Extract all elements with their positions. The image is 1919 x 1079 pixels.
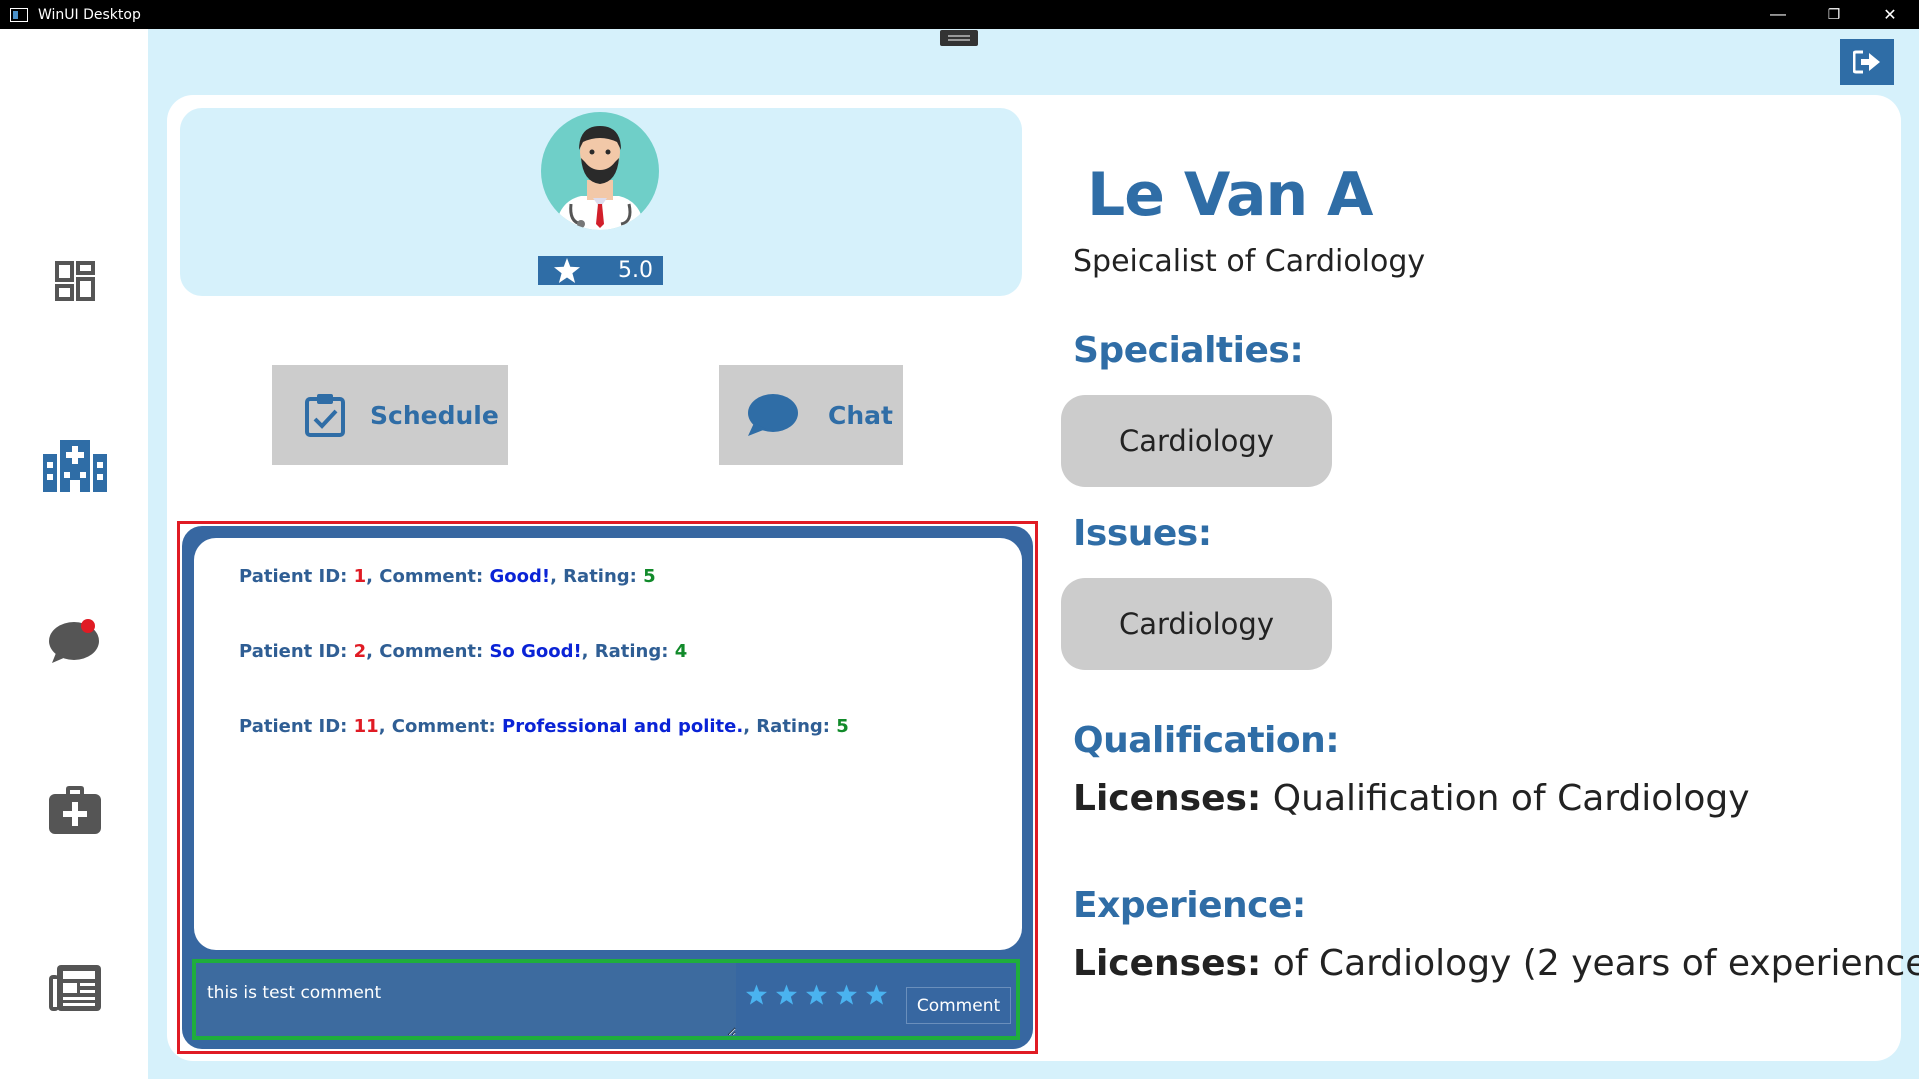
maximize-button[interactable]: ❐ xyxy=(1806,0,1862,29)
qualification-label: Licenses: xyxy=(1073,778,1262,819)
chat-notification-icon xyxy=(49,619,99,663)
review-rating-label: , Rating: xyxy=(581,641,675,662)
reviews-list[interactable]: Patient ID: 1, Comment: Good!, Rating: 5… xyxy=(194,538,1022,950)
review-rating-label: , Rating: xyxy=(743,716,837,737)
logout-button[interactable] xyxy=(1840,39,1894,85)
minimize-button[interactable]: — xyxy=(1750,0,1806,29)
rating-value: 5.0 xyxy=(618,258,653,283)
chat-label: Chat xyxy=(828,400,893,430)
review-rating: 5 xyxy=(836,716,849,737)
review-comment: So Good! xyxy=(489,641,582,662)
schedule-button[interactable]: Schedule xyxy=(272,365,508,465)
logout-icon xyxy=(1853,50,1880,74)
star-icon xyxy=(554,257,584,285)
app-icon xyxy=(10,7,28,22)
schedule-label: Schedule xyxy=(370,400,499,430)
review-patient-id: 11 xyxy=(353,716,379,737)
review-item: Patient ID: 2, Comment: So Good!, Rating… xyxy=(239,641,687,662)
star-1-icon[interactable] xyxy=(746,984,767,1005)
experience-line: Licenses: of Cardiology (2 years of expe… xyxy=(1073,943,1919,984)
star-3-icon[interactable] xyxy=(806,984,827,1005)
comment-submit-button[interactable]: Comment xyxy=(906,987,1011,1024)
experience-label: Licenses: xyxy=(1073,943,1262,984)
review-item: Patient ID: 11, Comment: Professional an… xyxy=(239,716,849,737)
drag-handle[interactable] xyxy=(940,30,978,46)
review-rating: 5 xyxy=(643,566,656,587)
qualification-line: Licenses: Qualification of Cardiology xyxy=(1073,778,1750,819)
rating-stars[interactable] xyxy=(746,984,887,1005)
issues-heading: Issues: xyxy=(1073,513,1212,554)
doctor-title: Speicalist of Cardiology xyxy=(1073,244,1426,279)
review-id-label: Patient ID: xyxy=(239,641,354,662)
chat-button[interactable]: Chat xyxy=(719,365,903,465)
experience-value: of Cardiology (2 years of experiences) xyxy=(1261,943,1919,984)
comment-input[interactable]: this is test comment xyxy=(196,963,736,1036)
review-patient-id: 2 xyxy=(353,641,367,662)
sidebar-item-news[interactable] xyxy=(39,952,111,1024)
doctor-avatar xyxy=(541,112,659,230)
specialty-chip: Cardiology xyxy=(1061,395,1332,487)
sidebar-item-messages[interactable] xyxy=(39,605,111,677)
window-title: WinUI Desktop xyxy=(38,6,141,23)
sidebar xyxy=(0,29,148,1079)
sidebar-item-dashboard[interactable] xyxy=(39,245,111,317)
specialties-heading: Specialties: xyxy=(1073,330,1304,371)
review-patient-id: 1 xyxy=(353,566,367,587)
review-item: Patient ID: 1, Comment: Good!, Rating: 5 xyxy=(239,566,656,587)
star-4-icon[interactable] xyxy=(836,984,857,1005)
chat-bubble-icon xyxy=(746,393,798,437)
window-titlebar: WinUI Desktop — ❐ ✕ xyxy=(0,0,1919,29)
newspaper-icon xyxy=(49,965,101,1011)
review-id-label: Patient ID: xyxy=(239,566,354,587)
qualification-heading: Qualification: xyxy=(1073,720,1340,761)
clipboard-check-icon xyxy=(304,393,346,437)
rating-badge: 5.0 xyxy=(538,256,663,285)
medical-kit-icon xyxy=(49,786,101,834)
hospital-icon xyxy=(43,440,107,492)
review-comment-label: , Comment: xyxy=(378,716,502,737)
review-rating-label: , Rating: xyxy=(550,566,644,587)
star-5-icon[interactable] xyxy=(866,984,887,1005)
review-comment: Professional and polite. xyxy=(502,716,744,737)
qualification-value: Qualification of Cardiology xyxy=(1261,778,1750,819)
close-button[interactable]: ✕ xyxy=(1862,0,1918,29)
experience-heading: Experience: xyxy=(1073,885,1306,926)
dashboard-icon xyxy=(55,261,95,301)
review-comment-label: , Comment: xyxy=(366,566,490,587)
issue-chip: Cardiology xyxy=(1061,578,1332,670)
review-id-label: Patient ID: xyxy=(239,716,354,737)
review-comment: Good! xyxy=(489,566,551,587)
sidebar-item-medical-kit[interactable] xyxy=(39,774,111,846)
doctor-name: Le Van A xyxy=(1087,160,1373,230)
sidebar-item-hospital[interactable] xyxy=(39,430,111,502)
review-comment-label: , Comment: xyxy=(366,641,490,662)
star-2-icon[interactable] xyxy=(776,984,797,1005)
review-rating: 4 xyxy=(674,641,688,662)
